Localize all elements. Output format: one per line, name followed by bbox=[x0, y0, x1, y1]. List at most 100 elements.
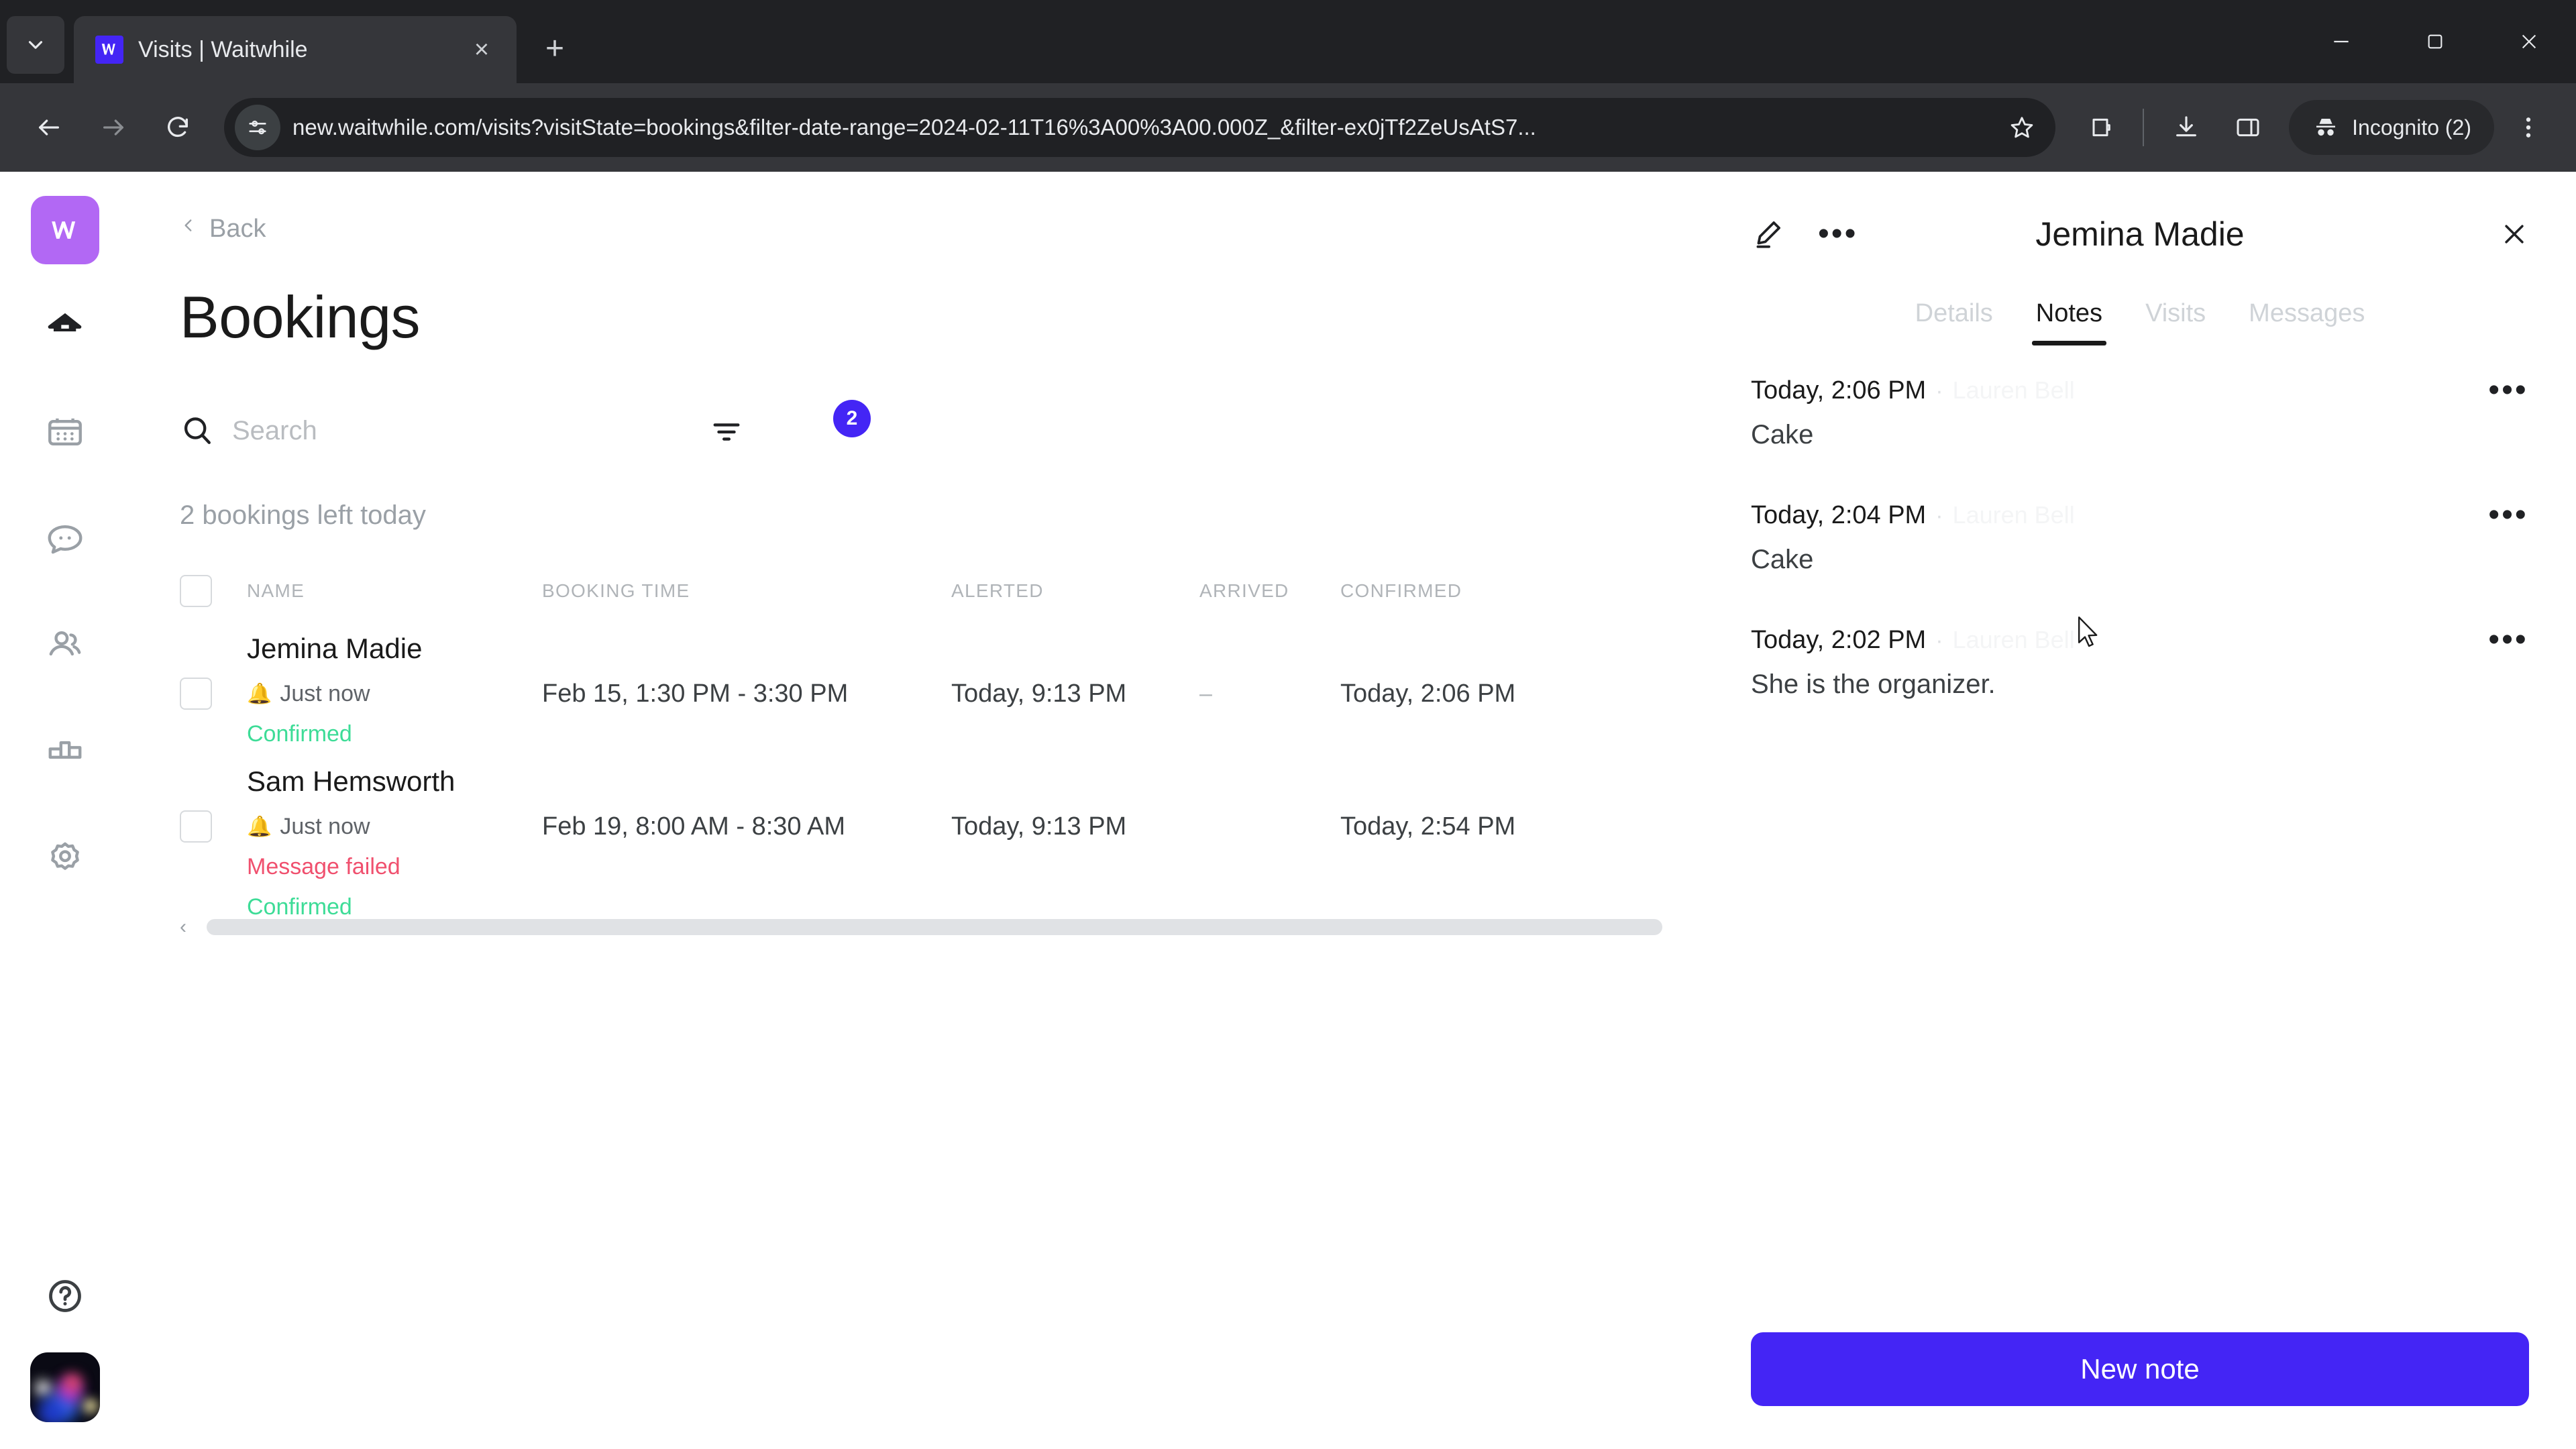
workspace-logo[interactable] bbox=[31, 196, 99, 264]
side-panel-icon[interactable] bbox=[2220, 100, 2275, 155]
note-item: Today, 2:02 PM · Lauren Bell She is the … bbox=[1751, 624, 2529, 700]
horizontal-scrollbar[interactable]: ‹ bbox=[180, 916, 1662, 938]
note-more-icon[interactable]: ••• bbox=[2487, 619, 2529, 661]
row-checkbox[interactable] bbox=[180, 678, 212, 710]
new-tab-button[interactable]: + bbox=[531, 25, 578, 72]
table-row[interactable]: Sam Hemsworth 🔔 Just now Message failed … bbox=[180, 760, 1669, 920]
browser-tab[interactable]: Visits | Waitwhile × bbox=[74, 16, 517, 83]
row-name-cell: Sam Hemsworth 🔔 Just now Message failed … bbox=[247, 760, 542, 920]
note-body: She is the organizer. bbox=[1751, 669, 1996, 699]
sidebar-item-home[interactable] bbox=[25, 288, 105, 368]
sidebar-footer bbox=[0, 1276, 130, 1422]
scrollbar-thumb[interactable] bbox=[207, 919, 1662, 935]
row-name-cell: Jemina Madie 🔔 Just now Confirmed bbox=[247, 627, 542, 760]
sidebar-item-messages[interactable] bbox=[25, 500, 105, 580]
reload-icon[interactable] bbox=[149, 99, 207, 156]
incognito-profile-button[interactable]: Incognito (2) bbox=[2289, 100, 2494, 155]
tab-search-button[interactable] bbox=[7, 16, 64, 74]
note-meta: Today, 2:06 PM · Lauren Bell bbox=[1751, 376, 2529, 405]
select-all-checkbox[interactable] bbox=[180, 575, 212, 607]
sidebar-item-calendar[interactable] bbox=[25, 394, 105, 474]
sidebar-item-settings[interactable] bbox=[25, 818, 105, 898]
tab-messages[interactable]: Messages bbox=[2227, 299, 2386, 345]
back-icon[interactable] bbox=[20, 99, 78, 156]
toolbar-divider bbox=[2143, 109, 2145, 146]
arrived-value: – bbox=[1199, 680, 1212, 706]
notes-list: Today, 2:06 PM · Lauren Bell Cake ••• To… bbox=[1751, 374, 2529, 700]
column-header-booking-time[interactable]: BOOKING TIME bbox=[542, 575, 951, 627]
minimize-icon[interactable] bbox=[2294, 0, 2388, 83]
back-link[interactable]: Back bbox=[180, 213, 1704, 244]
note-author: Lauren Bell bbox=[1952, 376, 2075, 404]
new-note-button[interactable]: New note bbox=[1751, 1332, 2529, 1406]
bell-icon: 🔔 bbox=[247, 683, 272, 705]
downloads-icon[interactable] bbox=[2159, 100, 2214, 155]
note-more-icon[interactable]: ••• bbox=[2487, 494, 2529, 536]
site-settings-icon[interactable] bbox=[235, 105, 280, 150]
bookings-table: NAME BOOKING TIME ALERTED ARRIVED CONFIR… bbox=[180, 575, 1669, 920]
column-header-arrived[interactable]: ARRIVED bbox=[1199, 575, 1340, 627]
window-controls bbox=[2294, 0, 2576, 83]
bar-chart-icon bbox=[44, 730, 86, 775]
column-header-alerted[interactable]: ALERTED bbox=[951, 575, 1199, 627]
confirmed-value: Today, 2:54 PM bbox=[1340, 812, 1516, 841]
scroll-left-icon[interactable]: ‹ bbox=[180, 916, 197, 938]
column-header-name[interactable]: NAME bbox=[247, 575, 542, 627]
tab-details[interactable]: Details bbox=[1894, 299, 2015, 345]
panel-tabs: Details Notes Visits Messages bbox=[1751, 299, 2529, 345]
tab-visits[interactable]: Visits bbox=[2124, 299, 2227, 345]
filter-button[interactable] bbox=[704, 412, 749, 451]
waitwhile-logo-icon bbox=[95, 36, 123, 64]
close-window-icon[interactable] bbox=[2482, 0, 2576, 83]
filter-count-badge: 2 bbox=[833, 400, 871, 437]
row-confirmed-cell: Today, 2:54 PM bbox=[1340, 760, 1595, 893]
chrome-menu-icon[interactable] bbox=[2501, 100, 2556, 155]
tab-notes[interactable]: Notes bbox=[2015, 299, 2124, 345]
note-meta: Today, 2:02 PM · Lauren Bell bbox=[1751, 626, 2529, 655]
customer-name: Jemina Madie bbox=[247, 633, 423, 664]
tab-title: Visits | Waitwhile bbox=[138, 36, 308, 62]
status-badge-confirmed: Confirmed bbox=[247, 894, 352, 920]
address-bar[interactable]: new.waitwhile.com/visits?visitState=book… bbox=[224, 98, 2056, 157]
alert-time-label: 🔔 Just now bbox=[247, 681, 370, 707]
tab-strip: Visits | Waitwhile × + bbox=[0, 0, 2576, 83]
row-arrived-cell: – bbox=[1199, 627, 1340, 760]
note-timestamp: Today, 2:06 PM bbox=[1751, 376, 1927, 405]
sidebar-item-customers[interactable] bbox=[25, 606, 105, 686]
row-booking-time-cell: Feb 19, 8:00 AM - 8:30 AM bbox=[542, 760, 951, 893]
note-more-icon[interactable]: ••• bbox=[2487, 370, 2529, 411]
bookmark-star-icon[interactable] bbox=[2000, 106, 2043, 149]
table-body: Jemina Madie 🔔 Just now Confirmed Feb 15 bbox=[180, 627, 1669, 920]
alert-time-label: 🔔 Just now bbox=[247, 814, 370, 840]
maximize-icon[interactable] bbox=[2388, 0, 2482, 83]
column-header-confirmed[interactable]: CONFIRMED bbox=[1340, 575, 1595, 627]
browser-toolbar: new.waitwhile.com/visits?visitState=book… bbox=[0, 83, 2576, 172]
alert-time-text: Just now bbox=[280, 681, 370, 706]
row-checkbox[interactable] bbox=[180, 810, 212, 843]
table-header: NAME BOOKING TIME ALERTED ARRIVED CONFIR… bbox=[180, 575, 1669, 627]
browser-window: Visits | Waitwhile × + new.waitwhile.com… bbox=[0, 0, 2576, 1449]
close-tab-icon[interactable]: × bbox=[464, 32, 499, 67]
bookings-left-summary: 2 bookings left today bbox=[180, 500, 426, 530]
select-all-header bbox=[180, 575, 247, 627]
row-spacer-cell bbox=[1595, 627, 1669, 760]
page-content: Back Bookings 2 2 bookings left today bbox=[0, 172, 2576, 1449]
confirmed-value: Today, 2:06 PM bbox=[1340, 679, 1516, 708]
note-timestamp: Today, 2:02 PM bbox=[1751, 626, 1927, 654]
panel-header: ••• Jemina Madie bbox=[1751, 204, 2529, 264]
note-separator: · bbox=[1935, 378, 1943, 404]
table-row[interactable]: Jemina Madie 🔔 Just now Confirmed Feb 15 bbox=[180, 627, 1669, 760]
avatar[interactable] bbox=[30, 1352, 100, 1422]
help-icon[interactable] bbox=[45, 1276, 85, 1316]
search-input[interactable] bbox=[232, 415, 608, 446]
forward-icon[interactable] bbox=[85, 99, 142, 156]
row-booking-time-cell: Feb 15, 1:30 PM - 3:30 PM bbox=[542, 627, 951, 760]
alert-time-text: Just now bbox=[280, 814, 370, 839]
sidebar-item-analytics[interactable] bbox=[25, 712, 105, 792]
column-header-spacer bbox=[1595, 575, 1669, 627]
people-icon bbox=[44, 624, 86, 669]
close-panel-icon[interactable] bbox=[2494, 214, 2534, 254]
page-title: Bookings bbox=[180, 284, 421, 350]
extensions-icon[interactable] bbox=[2073, 100, 2128, 155]
booking-time-value: Feb 15, 1:30 PM - 3:30 PM bbox=[542, 679, 849, 708]
